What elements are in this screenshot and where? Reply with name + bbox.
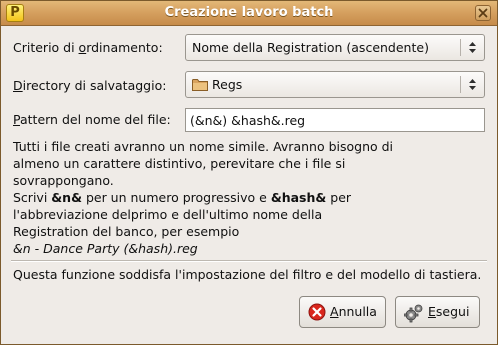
cancel-icon xyxy=(308,303,326,321)
title-bar[interactable]: P Creazione lavoro batch xyxy=(1,1,497,26)
execute-label-rest: segui xyxy=(435,304,470,319)
filename-pattern-label: Pattern del nome del file: xyxy=(13,112,171,127)
execute-label-mnemonic: E xyxy=(428,304,436,319)
help-text: Tutti i file creati avranno un nome simi… xyxy=(13,138,489,257)
execute-button[interactable]: Esegui xyxy=(395,296,480,328)
help-text-segment: per un numero progressivo e xyxy=(81,190,271,205)
dialog-window: P Creazione lavoro batch Criterio di ord… xyxy=(0,0,498,345)
execute-button-label: Esegui xyxy=(428,297,469,327)
filter-note: Questa funzione soddisfa l'impostazione … xyxy=(13,267,482,282)
help-text-segment: per xyxy=(326,190,352,205)
help-token-n: &n& xyxy=(51,190,82,205)
execute-icon xyxy=(404,304,423,323)
combo-arrows-icon xyxy=(469,79,476,90)
sort-criterion-label: Criterio di ordinamento: xyxy=(13,40,163,55)
sort-label-prefix: Criterio di xyxy=(13,40,79,55)
cancel-button[interactable]: Annulla xyxy=(299,296,386,328)
sort-label-suffix: rdinamento: xyxy=(86,40,163,55)
close-icon xyxy=(478,8,488,18)
directory-label-mnemonic: D xyxy=(13,78,23,93)
help-line: almeno un carattere distintivo, perevita… xyxy=(13,156,346,171)
help-line: l'abbreviazione delprimo e dell'ultimo n… xyxy=(13,207,323,222)
cancel-label-rest: nnulla xyxy=(338,304,377,319)
cancel-button-label: Annulla xyxy=(330,297,377,327)
sort-criterion-combo[interactable]: Nome della Registration (ascendente) xyxy=(185,34,485,61)
pattern-label-suffix: attern del nome del file: xyxy=(19,112,171,127)
help-line: Registration del banco, per esempio xyxy=(13,224,240,239)
combo-arrows-icon xyxy=(469,42,476,53)
filename-pattern-input[interactable] xyxy=(190,109,480,131)
sort-criterion-value: Nome della Registration (ascendente) xyxy=(192,40,429,55)
pattern-label-mnemonic: P xyxy=(13,112,20,127)
window-title: Creazione lavoro batch xyxy=(164,5,334,20)
help-token-hash: &hash& xyxy=(270,190,327,205)
save-directory-label: Directory di salvataggio: xyxy=(13,78,166,93)
directory-label-suffix: irectory di salvataggio: xyxy=(22,78,167,93)
divider xyxy=(11,260,487,262)
combo-separator xyxy=(460,76,461,93)
save-directory-combo[interactable]: Regs xyxy=(185,71,485,98)
help-line: Scrivi &n& per un numero progressivo e &… xyxy=(13,189,489,206)
help-line: sovrappongano. xyxy=(13,173,114,188)
folder-icon xyxy=(192,79,208,91)
help-example-text: &n - Dance Party (&hash).reg xyxy=(13,241,198,256)
save-directory-value: Regs xyxy=(212,77,243,92)
combo-separator xyxy=(460,39,461,56)
help-text-segment: Scrivi xyxy=(13,190,52,205)
window-close-button[interactable] xyxy=(475,5,491,21)
filename-pattern-field[interactable] xyxy=(185,108,485,132)
help-example: &n - Dance Party (&hash).reg xyxy=(13,240,489,257)
cancel-label-mnemonic: A xyxy=(330,304,339,319)
help-line: Tutti i file creati avranno un nome simi… xyxy=(13,139,394,154)
